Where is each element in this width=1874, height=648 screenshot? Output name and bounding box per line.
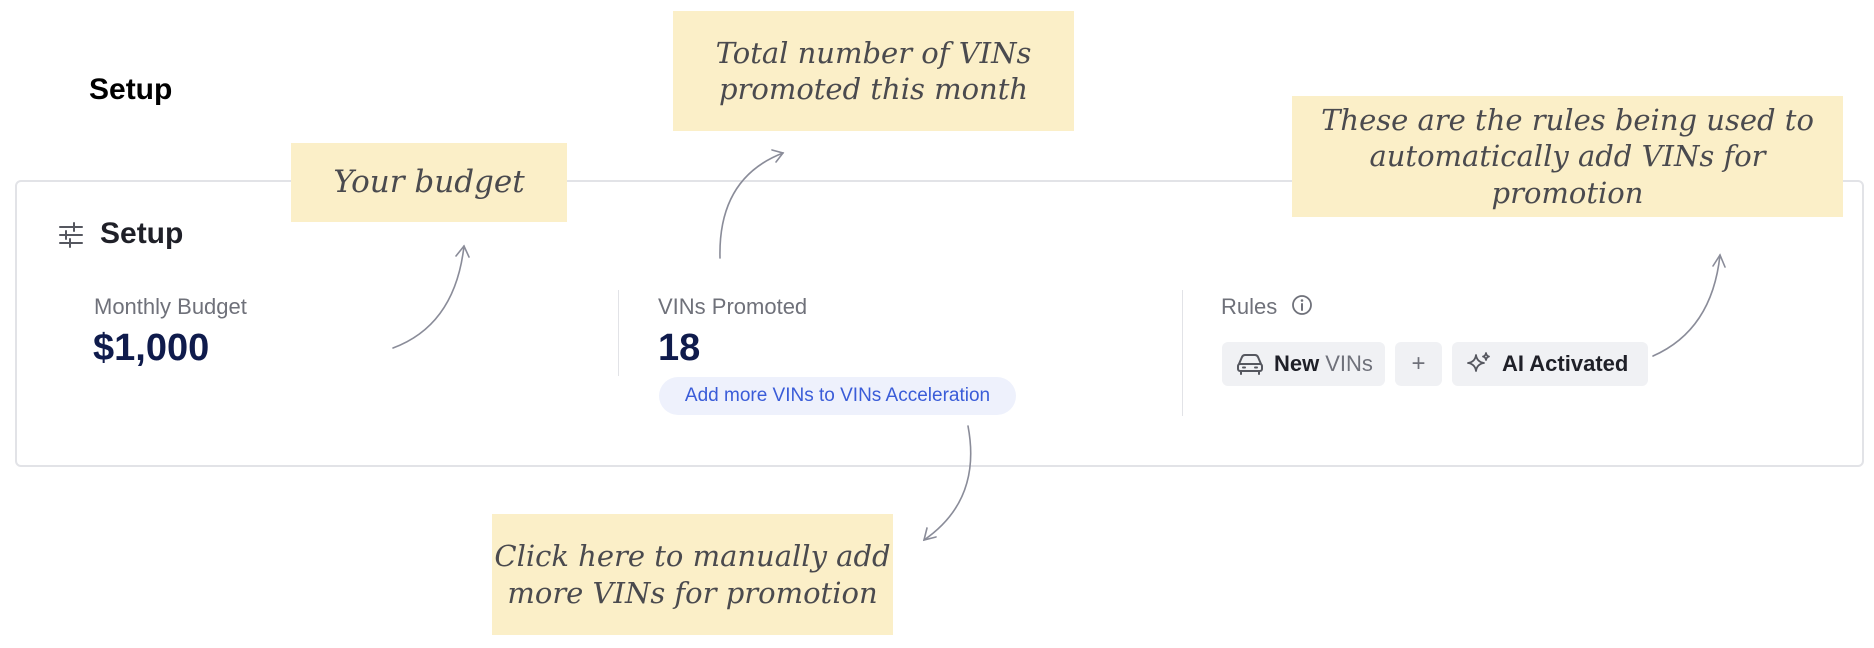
ai-chip-label: AI Activated: [1502, 351, 1629, 376]
sparkle-icon: [1467, 352, 1490, 372]
vins-total-annotation-line1: Total number of VINs: [715, 35, 1032, 70]
card-title: Setup: [100, 217, 184, 250]
manual-add-annotation-line2: more VINs for promotion: [507, 575, 878, 610]
manual-add-annotation-line1: Click here to manually add: [494, 539, 891, 574]
rules-annotation-line1: These are the rules being used to: [1321, 103, 1814, 138]
rules-annotation-line2: automatically add VINs for promotion: [1369, 139, 1766, 210]
vins-total-annotation: Total number of VINs promoted this month: [673, 11, 1074, 131]
vins-total-annotation-line2: promoted this month: [718, 72, 1029, 106]
rules-annotation: These are the rules being used to automa…: [1292, 96, 1843, 217]
new-vins-rule-chip[interactable]: New VINs: [1222, 342, 1385, 386]
ai-activated-rule-chip[interactable]: AI Activated: [1452, 342, 1648, 386]
budget-annotation: Your budget: [291, 143, 567, 222]
setup-card: [15, 180, 1864, 467]
monthly-budget-value: $1,000: [93, 327, 210, 369]
budget-annotation-text: Your budget: [333, 164, 525, 201]
page-title: Setup: [89, 73, 173, 106]
manual-add-annotation: Click here to manually add more VINs for…: [492, 514, 893, 635]
vins-promoted-label: VINs Promoted: [658, 294, 808, 319]
add-more-vins-button[interactable]: Add more VINs to VINs Acceleration: [659, 377, 1016, 415]
new-chip-bold: New: [1274, 351, 1320, 376]
column-divider: [1182, 290, 1183, 416]
new-chip-rest: VINs: [1325, 351, 1373, 376]
manual-arrow-head: [922, 527, 937, 542]
monthly-budget-label: Monthly Budget: [94, 294, 247, 319]
column-divider: [618, 290, 619, 376]
vins-promoted-value: 18: [658, 327, 701, 369]
sliders-icon: [59, 222, 83, 248]
info-icon[interactable]: [1291, 294, 1313, 316]
rule-plus-separator: +: [1395, 342, 1442, 386]
rules-label: Rules: [1221, 294, 1278, 319]
vins-total-arrow-head: [771, 149, 785, 163]
car-icon: [1237, 354, 1263, 375]
